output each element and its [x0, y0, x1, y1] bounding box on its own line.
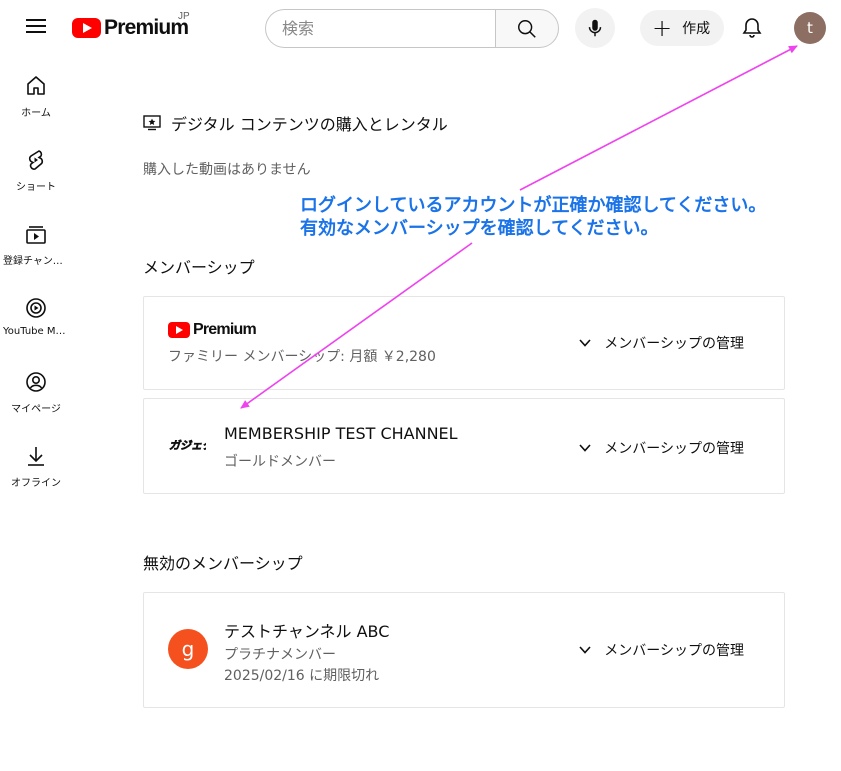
sidebar-item-youtube-music[interactable]: YouTube Music [0, 278, 72, 352]
inactive-membership-card: g テストチャンネル ABC プラチナメンバー 2025/02/16 に期限切れ… [143, 592, 785, 708]
memberships-heading: メンバーシップ [143, 258, 255, 277]
expiry-date: 2025/02/16 に期限切れ [224, 668, 380, 684]
sidebar-item-subscriptions[interactable]: 登録チャンネル [0, 204, 72, 278]
manage-membership-label: メンバーシップの管理 [604, 643, 744, 659]
youtube-premium-logo: Premium [168, 321, 257, 339]
sidebar-item-label: ホーム [21, 108, 51, 119]
manage-membership-label: メンバーシップの管理 [604, 441, 744, 457]
subscriptions-icon [26, 226, 46, 244]
sidebar-item-shorts[interactable]: ショート [0, 130, 72, 204]
annotation-text: ログインしているアカウントが正確か確認してください。 有効なメンバーシップを確認… [300, 194, 766, 240]
membership-tier: プラチナメンバー [224, 647, 336, 663]
create-label: 作成 [682, 21, 711, 37]
chevron-down-icon [579, 646, 591, 654]
sidebar-item-label: 登録チャンネル [3, 256, 69, 267]
my-page-icon [26, 372, 46, 392]
chevron-down-icon [579, 339, 591, 347]
digital-content-heading: デジタル コンテンツの購入とレンタル [143, 111, 448, 135]
premium-logo-text: Premium [193, 321, 257, 338]
arrow-to-avatar [519, 45, 798, 191]
top-bar: Premium JP + 作成 t [0, 0, 841, 56]
membership-card-premium: Premium ファミリー メンバーシップ: 月額 ￥2,280 メンバーシップ… [143, 296, 785, 390]
download-icon [28, 447, 44, 466]
sidebar-item-label: ショート [16, 182, 56, 193]
voice-search-button[interactable] [575, 8, 615, 48]
logo-country-code: JP [178, 11, 190, 22]
annotation-line-2: 有効なメンバーシップを確認してください。 [300, 218, 659, 239]
chevron-down-icon [579, 444, 591, 452]
channel-avatar: g [168, 629, 208, 669]
sidebar-item-my-page[interactable]: マイページ [0, 352, 72, 426]
annotation-line-1: ログインしているアカウントが正確か確認してください。 [300, 195, 767, 216]
youtube-play-icon [72, 18, 101, 38]
manage-membership-label: メンバーシップの管理 [604, 336, 744, 352]
shorts-icon [28, 150, 44, 170]
microphone-icon [588, 19, 602, 37]
sidebar-item-label: マイページ [11, 404, 61, 415]
search-input[interactable] [282, 19, 480, 38]
inactive-memberships-heading: 無効のメンバーシップ [143, 554, 303, 573]
purchase-icon [143, 115, 161, 131]
search-box[interactable] [265, 9, 496, 48]
create-button[interactable]: + 作成 [640, 10, 724, 46]
membership-card-channel: ガジェタブ MEMBERSHIP TEST CHANNEL ゴールドメンバー メ… [143, 398, 785, 494]
plus-icon: + [652, 14, 673, 42]
sidebar-item-label: YouTube Music [3, 326, 69, 337]
youtube-play-icon [168, 322, 190, 338]
youtube-premium-logo[interactable]: Premium JP [72, 11, 190, 42]
channel-logo: ガジェタブ [169, 439, 206, 453]
search-icon [518, 19, 536, 38]
search-button[interactable] [495, 9, 559, 48]
bell-icon [742, 18, 762, 38]
membership-tier: ゴールドメンバー [224, 454, 336, 470]
svg-text:ガジェタブ: ガジェタブ [169, 439, 206, 452]
manage-membership-button[interactable]: メンバーシップの管理 [578, 640, 744, 660]
manage-membership-button[interactable]: メンバーシップの管理 [578, 438, 744, 458]
manage-membership-button[interactable]: メンバーシップの管理 [578, 333, 744, 353]
notifications-button[interactable] [732, 8, 772, 48]
sidebar-item-offline[interactable]: オフライン [0, 426, 72, 500]
account-avatar[interactable]: t [794, 12, 826, 44]
membership-plan-text: ファミリー メンバーシップ: 月額 ￥2,280 [168, 349, 436, 365]
sidebar-item-home[interactable]: ホーム [0, 56, 72, 130]
digital-content-title: デジタル コンテンツの購入とレンタル [171, 115, 448, 134]
youtube-music-icon [26, 298, 46, 318]
no-purchases-text: 購入した動画はありません [143, 162, 311, 178]
home-icon [27, 76, 45, 95]
sidebar-item-label: オフライン [11, 478, 61, 489]
logo-text: Premium [104, 16, 189, 39]
channel-name: MEMBERSHIP TEST CHANNEL [224, 424, 458, 443]
menu-icon[interactable] [24, 16, 48, 40]
channel-name: テストチャンネル ABC [224, 622, 390, 641]
